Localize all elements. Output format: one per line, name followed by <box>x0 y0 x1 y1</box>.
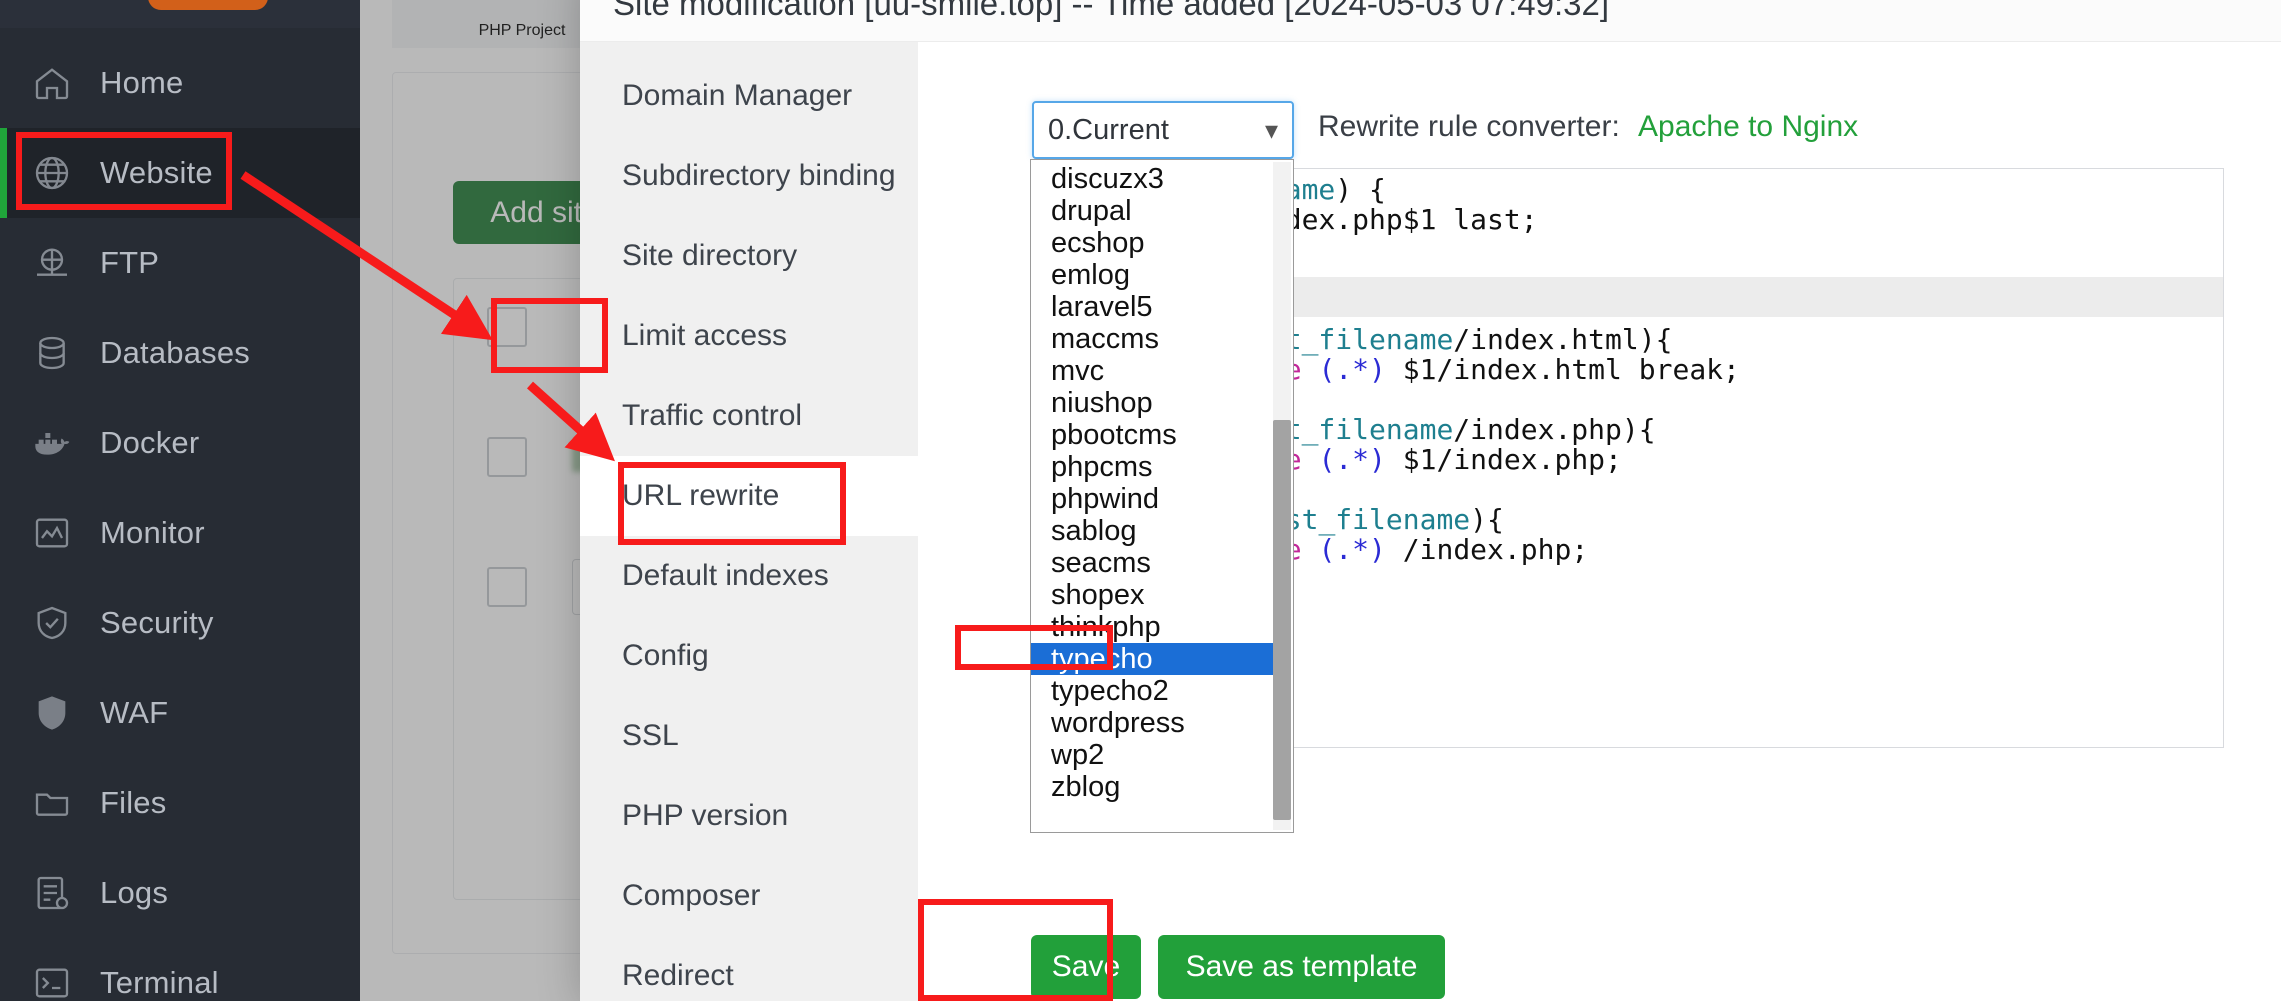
dropdown-option[interactable]: thinkphp <box>1031 611 1275 643</box>
dialog-nav-label: Composer <box>622 879 761 912</box>
dropdown-option[interactable]: pbootcms <box>1031 419 1275 451</box>
dropdown-option[interactable]: zblog <box>1031 771 1275 803</box>
docker-icon <box>30 421 74 465</box>
dialog-nav-label: Redirect <box>622 959 734 992</box>
sidebar-item-waf[interactable]: WAF <box>0 668 360 758</box>
sidebar-item-home[interactable]: Home <box>0 38 360 128</box>
sidebar-item-security[interactable]: Security <box>0 578 360 668</box>
site-modification-dialog: Site modification [uu-smile.top] -- Time… <box>580 0 2281 1001</box>
dropdown-scroll-track[interactable] <box>1273 162 1291 830</box>
dialog-nav-url-rewrite[interactable]: URL rewrite <box>580 456 918 536</box>
shield-icon <box>30 691 74 735</box>
shield-check-icon <box>30 601 74 645</box>
ftp-icon <box>30 241 74 285</box>
dropdown-option[interactable]: typecho2 <box>1031 675 1275 707</box>
sidebar-item-label: Logs <box>100 875 169 910</box>
save-as-template-button[interactable]: Save as template <box>1158 935 1445 999</box>
folder-icon <box>30 781 74 825</box>
dialog-nav-limit-access[interactable]: Limit access <box>580 296 918 376</box>
save-button[interactable]: Save <box>1031 935 1141 999</box>
globe-icon <box>30 151 74 195</box>
dropdown-option-typecho[interactable]: typecho <box>1031 643 1275 675</box>
dialog-title: Site modification [uu-smile.top] -- Time… <box>613 0 1610 22</box>
dropdown-option[interactable]: seacms <box>1031 547 1275 579</box>
dropdown-option[interactable]: discuzx3 <box>1031 163 1275 195</box>
sidebar-item-label: Docker <box>100 425 200 460</box>
converter-label: Rewrite rule converter: <box>1318 110 1620 143</box>
dialog-nav: Domain Manager Subdirectory binding Site… <box>580 42 918 1001</box>
dropdown-scrollbar-thumb[interactable] <box>1273 420 1291 820</box>
dropdown-option[interactable]: phpcms <box>1031 451 1275 483</box>
dialog-nav-config[interactable]: Config <box>580 616 918 696</box>
sidebar-item-label: FTP <box>100 245 160 280</box>
dropdown-option[interactable]: laravel5 <box>1031 291 1275 323</box>
dialog-nav-default-indexes[interactable]: Default indexes <box>580 536 918 616</box>
sidebar-item-label: Security <box>100 605 214 640</box>
dialog-nav-domain-manager[interactable]: Domain Manager <box>580 56 918 136</box>
sidebar-item-label: Website <box>100 155 213 190</box>
dialog-nav-ssl[interactable]: SSL <box>580 696 918 776</box>
dialog-nav-label: SSL <box>622 719 679 752</box>
dialog-nav-label: Site directory <box>622 239 798 272</box>
dropdown-option[interactable]: drupal <box>1031 195 1275 227</box>
rewrite-template-select-value: 0.Current <box>1048 113 1169 146</box>
home-icon <box>30 61 74 105</box>
dialog-nav-label: PHP version <box>622 799 789 832</box>
dialog-body: 15 16 est_filename) { (.*)$ /index.php$1… <box>918 42 2281 1001</box>
sidebar-item-logs[interactable]: Logs <box>0 848 360 938</box>
sidebar: Home Website FTP Databases Docker Monito… <box>0 0 360 1001</box>
dropdown-option[interactable]: wordpress <box>1031 707 1275 739</box>
dialog-nav-label: Default indexes <box>622 559 829 592</box>
dialog-header: Site modification [uu-smile.top] -- Time… <box>580 0 2281 42</box>
terminal-icon <box>30 961 74 1001</box>
rewrite-template-dropdown[interactable]: discuzx3 drupal ecshop emlog laravel5 ma… <box>1030 159 1294 833</box>
dialog-nav-traffic-control[interactable]: Traffic control <box>580 376 918 456</box>
sidebar-item-monitor[interactable]: Monitor <box>0 488 360 578</box>
sidebar-item-label: WAF <box>100 695 169 730</box>
database-icon <box>30 331 74 375</box>
dropdown-option[interactable]: sablog <box>1031 515 1275 547</box>
dialog-nav-label: Subdirectory binding <box>622 159 896 192</box>
dropdown-option[interactable]: wp2 <box>1031 739 1275 771</box>
sidebar-item-ftp[interactable]: FTP <box>0 218 360 308</box>
dialog-nav-redirect[interactable]: Redirect <box>580 936 918 1001</box>
dropdown-option[interactable]: mvc <box>1031 355 1275 387</box>
dialog-nav-label: Limit access <box>622 319 788 352</box>
sidebar-item-label: Monitor <box>100 515 205 550</box>
dialog-nav-site-directory[interactable]: Site directory <box>580 216 918 296</box>
monitor-icon <box>30 511 74 555</box>
dialog-nav-php-version[interactable]: PHP version <box>580 776 918 856</box>
dropdown-option[interactable]: maccms <box>1031 323 1275 355</box>
user-avatar-pill[interactable] <box>148 0 268 10</box>
dialog-nav-label: URL rewrite <box>622 479 780 512</box>
chevron-down-icon: ▾ <box>1264 115 1278 145</box>
dialog-nav-label: Domain Manager <box>622 79 853 112</box>
logs-icon <box>30 871 74 915</box>
dropdown-option-list: discuzx3 drupal ecshop emlog laravel5 ma… <box>1031 163 1275 803</box>
screenshot-root: PHP Project Add site Site na Please <box>0 0 2281 1001</box>
rewrite-template-select[interactable]: 0.Current ▾ <box>1032 101 1294 159</box>
sidebar-item-files[interactable]: Files <box>0 758 360 848</box>
sidebar-item-label: Terminal <box>100 965 219 1000</box>
dialog-nav-composer[interactable]: Composer <box>580 856 918 936</box>
sidebar-item-label: Databases <box>100 335 251 370</box>
dropdown-option[interactable]: niushop <box>1031 387 1275 419</box>
sidebar-item-website[interactable]: Website <box>0 128 360 218</box>
dropdown-option[interactable]: emlog <box>1031 259 1275 291</box>
dropdown-option[interactable]: ecshop <box>1031 227 1275 259</box>
dialog-nav-label: Traffic control <box>622 399 803 432</box>
dialog-nav-subdirectory-binding[interactable]: Subdirectory binding <box>580 136 918 216</box>
sidebar-item-databases[interactable]: Databases <box>0 308 360 398</box>
sidebar-item-docker[interactable]: Docker <box>0 398 360 488</box>
dialog-nav-label: Config <box>622 639 709 672</box>
sidebar-item-label: Files <box>100 785 167 820</box>
active-accent-bar <box>0 128 7 218</box>
sidebar-item-terminal[interactable]: Terminal <box>0 938 360 1001</box>
sidebar-item-label: Home <box>100 65 184 100</box>
apache-to-nginx-link[interactable]: Apache to Nginx <box>1638 110 1858 144</box>
sidebar-top-strip <box>0 0 360 28</box>
dropdown-option[interactable]: shopex <box>1031 579 1275 611</box>
dropdown-option[interactable]: phpwind <box>1031 483 1275 515</box>
